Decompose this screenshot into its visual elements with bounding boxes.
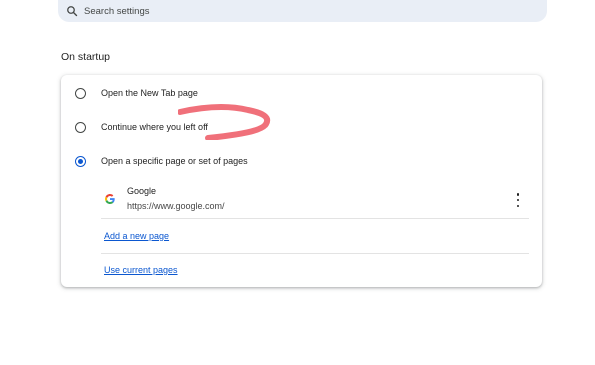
radio-label: Open a specific page or set of pages bbox=[101, 156, 248, 166]
radio-button[interactable] bbox=[75, 121, 86, 133]
radio-button[interactable] bbox=[75, 87, 86, 99]
page-title: Google bbox=[127, 186, 157, 196]
section-title: On startup bbox=[61, 51, 111, 63]
radio-label: Open the New Tab page bbox=[101, 88, 198, 98]
add-new-page-link[interactable]: Add a new page bbox=[104, 231, 169, 241]
radio-button-checked[interactable] bbox=[75, 155, 86, 167]
search-bar[interactable] bbox=[58, 0, 547, 22]
radio-continue[interactable]: Continue where you left off bbox=[75, 118, 208, 136]
radio-specific-pages[interactable]: Open a specific page or set of pages bbox=[75, 152, 248, 170]
search-icon bbox=[67, 6, 78, 17]
radio-new-tab[interactable]: Open the New Tab page bbox=[75, 84, 198, 102]
more-vert-icon[interactable] bbox=[515, 193, 521, 207]
google-favicon-icon bbox=[105, 194, 115, 204]
search-input[interactable] bbox=[84, 5, 484, 17]
radio-label: Continue where you left off bbox=[101, 122, 208, 132]
startup-page-entry: Google https://www.google.com/ bbox=[101, 182, 529, 219]
divider bbox=[101, 253, 529, 254]
use-current-pages-link[interactable]: Use current pages bbox=[104, 265, 178, 275]
page-url: https://www.google.com/ bbox=[127, 201, 225, 211]
startup-card: Open the New Tab page Continue where you… bbox=[61, 75, 542, 287]
